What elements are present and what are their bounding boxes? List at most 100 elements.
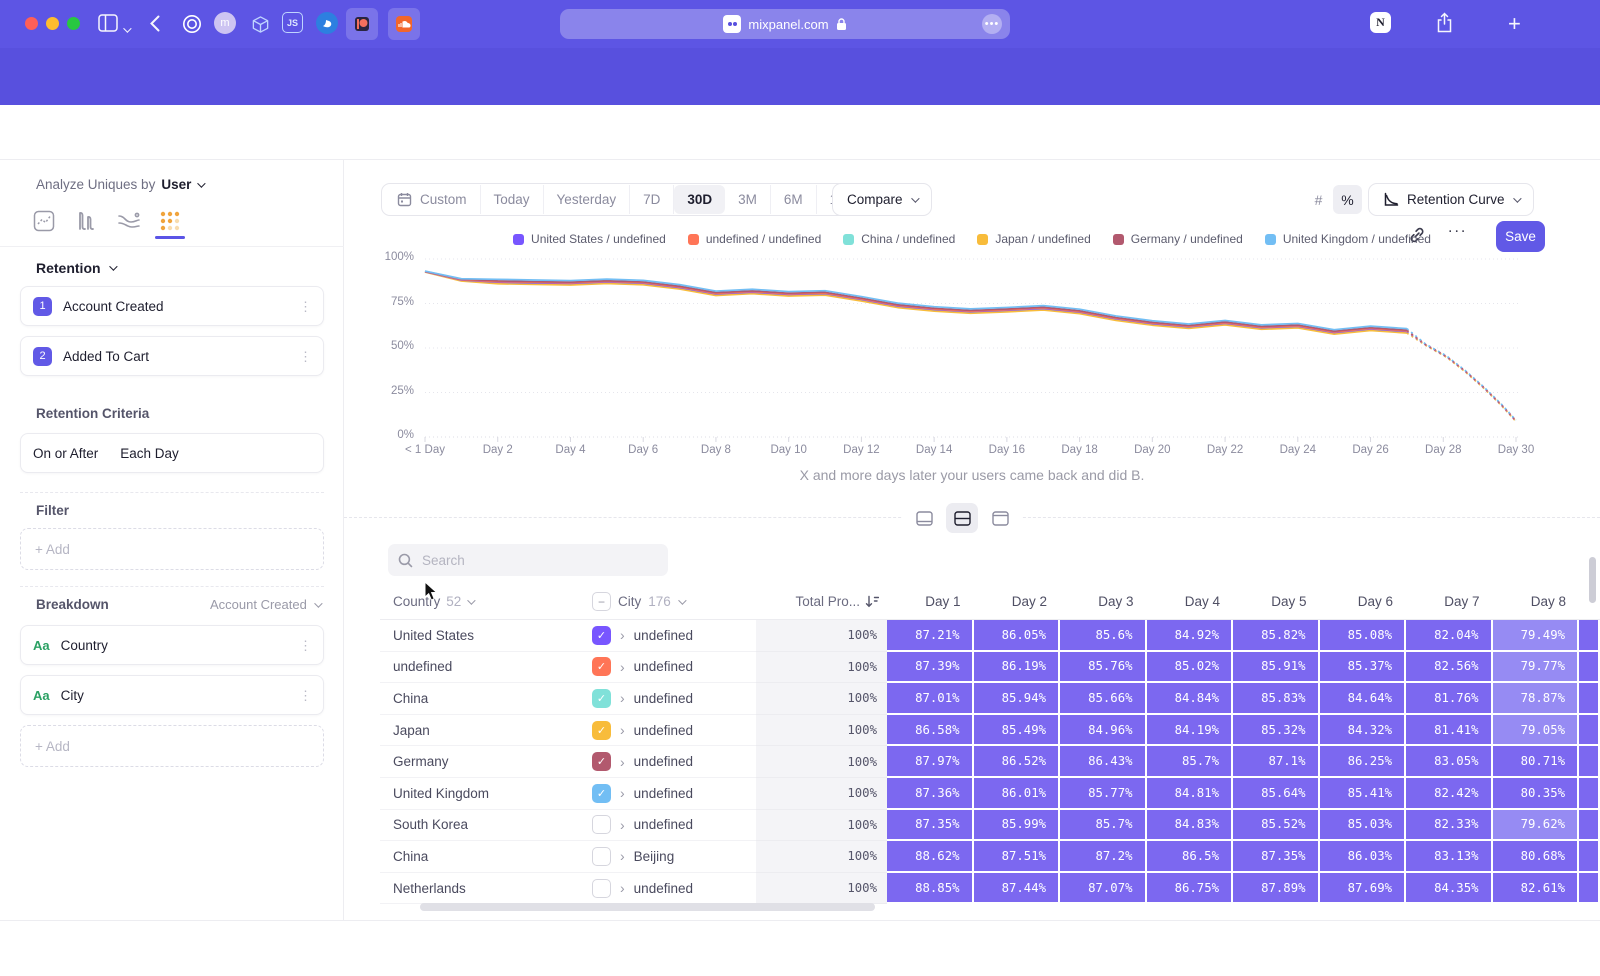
new-tab-icon[interactable]: + (1508, 11, 1521, 37)
range-30d[interactable]: 30D (674, 185, 725, 214)
breakdown-event-selector[interactable]: Account Created (210, 597, 320, 612)
cell-day-value[interactable]: 79.05% (1493, 715, 1578, 745)
cell-day-value[interactable]: 87.2% (1060, 841, 1145, 871)
range-custom[interactable]: Custom (384, 185, 481, 214)
cell-day-value[interactable]: 86.52% (974, 746, 1059, 776)
cell-day-value[interactable]: 82.33% (1406, 810, 1491, 840)
cell-day-value[interactable]: 86.5% (1147, 841, 1232, 871)
cell-day-value[interactable]: 82.61% (1493, 873, 1578, 903)
sidebar-toggle-icon[interactable] (98, 14, 118, 32)
bird-tab-icon[interactable] (316, 12, 338, 34)
table-row[interactable]: Netherlands›undefined100%88.85%87.44%87.… (380, 873, 1600, 905)
cell-day-value[interactable]: 85.02% (1147, 652, 1232, 682)
cell-day-value[interactable]: 82.04% (1406, 620, 1491, 650)
cell-day-value[interactable]: 84.35% (1406, 873, 1491, 903)
cell-day-value[interactable]: 87.39% (887, 652, 972, 682)
expand-chevron-icon[interactable]: › (620, 880, 625, 896)
row-checkbox[interactable]: ✓ (592, 689, 611, 708)
retention-section-toggle[interactable]: Retention (36, 260, 115, 276)
cell-day-value[interactable]: 85.37% (1320, 652, 1405, 682)
cell-day-value[interactable]: 87.21% (887, 620, 972, 650)
cell-day-value[interactable]: 87.1% (1233, 746, 1318, 776)
row-checkbox[interactable]: ✓ (592, 626, 611, 645)
column-header-city[interactable]: − City 176 (578, 592, 756, 611)
cell-day-value[interactable]: 79.62% (1493, 810, 1578, 840)
share-icon[interactable] (1436, 12, 1453, 34)
column-header-day-6[interactable]: Day 6 (1320, 594, 1407, 609)
expand-chevron-icon[interactable]: › (620, 848, 625, 864)
cell-day-value[interactable]: 85.08% (1320, 620, 1405, 650)
patreon-tab-icon[interactable] (346, 8, 378, 40)
legend-item[interactable]: China / undefined (843, 232, 955, 246)
tab-retention[interactable] (159, 210, 181, 232)
range-7d[interactable]: 7D (630, 185, 674, 214)
cell-day-value[interactable]: 86.01% (974, 778, 1059, 808)
cell-day-value[interactable]: 82.56% (1406, 652, 1491, 682)
cell-day-value[interactable]: 84.19% (1147, 715, 1232, 745)
cell-day-value[interactable]: 87.35% (1233, 841, 1318, 871)
cell-day-value[interactable]: 86.43% (1060, 746, 1145, 776)
cell-day-value[interactable]: 87.35% (887, 810, 972, 840)
cell-day-value[interactable]: 79.77% (1493, 652, 1578, 682)
table-row[interactable]: undefined✓›undefined100%87.39%86.19%85.7… (380, 652, 1600, 684)
add-breakdown-button[interactable]: + Add (20, 725, 324, 767)
cell-day-value[interactable]: 82.42% (1406, 778, 1491, 808)
cell-day-value[interactable]: 85.7% (1147, 746, 1232, 776)
breakdown-kebab-icon[interactable]: ⋮ (299, 643, 311, 648)
step-added-to-cart[interactable]: 2 Added To Cart ⋮ (20, 336, 324, 376)
cell-day-value[interactable]: 87.69% (1320, 873, 1405, 903)
cell-day-value[interactable]: 87.89% (1233, 873, 1318, 903)
box-tab-icon[interactable] (248, 12, 272, 36)
cell-day-value[interactable]: 84.96% (1060, 715, 1145, 745)
breakdown-kebab-icon[interactable]: ⋮ (299, 693, 311, 698)
cell-day-value[interactable]: 84.83% (1147, 810, 1232, 840)
column-header-country[interactable]: Country 52 (380, 594, 578, 609)
tab-group-chevron-icon[interactable] (123, 20, 129, 38)
cell-day-value[interactable]: 85.66% (1060, 683, 1145, 713)
traffic-light-close-button[interactable] (25, 17, 38, 30)
cell-day-value[interactable]: 88.85% (887, 873, 972, 903)
cell-day-value[interactable]: 85.94% (974, 683, 1059, 713)
m-tab-icon[interactable]: m (214, 12, 236, 34)
cell-day-value[interactable]: 84.32% (1320, 715, 1405, 745)
cell-day-value[interactable]: 84.84% (1147, 683, 1232, 713)
legend-item[interactable]: Germany / undefined (1113, 232, 1243, 246)
cell-day-value[interactable]: 86.58% (887, 715, 972, 745)
expand-chevron-icon[interactable]: › (620, 659, 625, 675)
cell-day-value[interactable]: 85.7% (1060, 810, 1145, 840)
cell-day-value[interactable]: 85.6% (1060, 620, 1145, 650)
soundcloud-tab-icon[interactable] (388, 8, 420, 40)
tab-insights[interactable] (33, 210, 55, 232)
legend-item[interactable]: Japan / undefined (977, 232, 1090, 246)
cell-day-value[interactable]: 85.03% (1320, 810, 1405, 840)
cell-day-value[interactable]: 84.81% (1147, 778, 1232, 808)
row-checkbox[interactable]: ✓ (592, 721, 611, 740)
cell-day-value[interactable]: 86.03% (1320, 841, 1405, 871)
range-today[interactable]: Today (481, 185, 544, 214)
layout-split-button[interactable] (946, 503, 978, 533)
row-checkbox[interactable] (592, 879, 611, 898)
cell-day-value[interactable]: 80.35% (1493, 778, 1578, 808)
cell-day-value[interactable]: 84.92% (1147, 620, 1232, 650)
table-row[interactable]: China✓›undefined100%87.01%85.94%85.66%84… (380, 683, 1600, 715)
unit-percent-button[interactable]: % (1333, 185, 1362, 214)
layout-chart-only-button[interactable] (908, 503, 940, 533)
range-3m[interactable]: 3M (725, 185, 771, 214)
column-header-total[interactable]: Total Pro... (756, 594, 887, 609)
compare-button[interactable]: Compare (832, 183, 932, 216)
legend-item[interactable]: undefined / undefined (688, 232, 821, 246)
legend-item[interactable]: United Kingdom / undefined (1265, 232, 1431, 246)
expand-chevron-icon[interactable]: › (620, 754, 625, 770)
traffic-light-minimize-button[interactable] (46, 17, 59, 30)
cell-day-value[interactable]: 85.99% (974, 810, 1059, 840)
traffic-light-zoom-button[interactable] (67, 17, 80, 30)
cell-day-value[interactable]: 78.87% (1493, 683, 1578, 713)
layout-table-only-button[interactable] (984, 503, 1016, 533)
expand-chevron-icon[interactable]: › (620, 690, 625, 706)
horizontal-scrollbar[interactable] (420, 903, 875, 911)
table-row[interactable]: Japan✓›undefined100%86.58%85.49%84.96%84… (380, 715, 1600, 747)
row-checkbox[interactable]: ✓ (592, 784, 611, 803)
cell-day-value[interactable]: 87.44% (974, 873, 1059, 903)
row-checkbox[interactable] (592, 847, 611, 866)
retention-criteria-card[interactable]: On or After Each Day (20, 433, 324, 473)
